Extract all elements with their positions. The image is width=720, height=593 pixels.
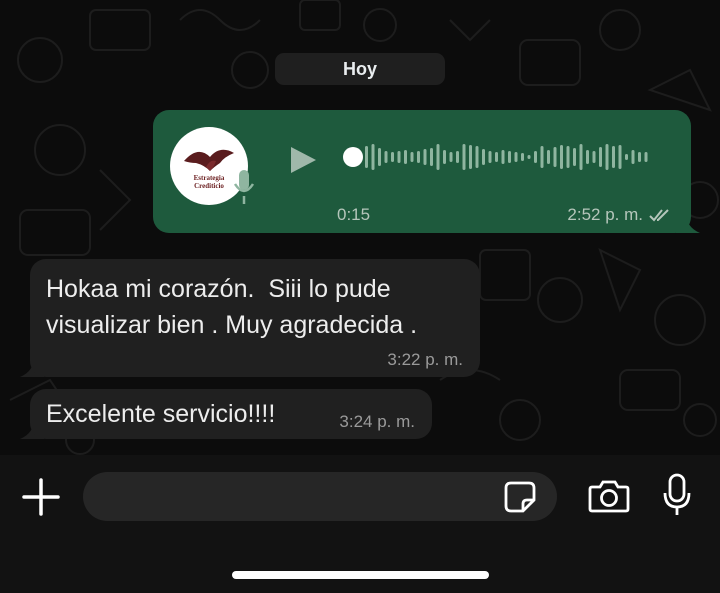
message-timestamp: 2:52 p. m. [567,205,643,224]
message-text: Hokaa mi corazón. Siii lo pude visualiza… [46,271,417,343]
waveform-bar [560,145,563,169]
plus-icon[interactable] [22,478,60,516]
voice-note-mic-icon [233,170,255,204]
waveform-bar [644,152,648,162]
waveform-bar [586,150,589,164]
waveform-bar [488,151,492,163]
waveform-bar [417,151,420,163]
waveform-bar [378,148,381,166]
waveform-bar [456,151,459,163]
waveform-bar [527,155,531,159]
waveform-bar [540,146,544,168]
waveform-bar [612,146,615,168]
waveform-bar [423,149,427,165]
waveform-bar [410,152,414,162]
waveform-bar [573,148,576,166]
waveform-bar [501,150,505,164]
waveform-bar [514,152,518,162]
incoming-message[interactable]: Excelente servicio!!!! 3:24 p. m. [30,389,432,439]
waveform-bar [462,144,466,170]
play-icon[interactable] [288,145,318,175]
waveform-bar [521,153,524,161]
waveform-bar [579,144,583,170]
waveform-bar [469,145,472,169]
waveform-bar [430,148,433,166]
message-input[interactable] [83,472,557,521]
waveform-bar [599,147,602,167]
waveform-bar [592,151,596,163]
waveform-bar [566,146,570,168]
message-line-1: Hokaa mi corazón. Siii lo pude [46,275,391,303]
waveform-bar [618,145,622,169]
waveform-bar [371,144,375,170]
home-indicator [232,571,489,579]
waveform-bar [495,152,498,162]
waveform-bar [482,149,485,165]
camera-icon[interactable] [588,478,630,514]
waveform-bar [534,151,537,163]
waveform-bar [443,150,446,164]
waveform-bar [605,144,609,170]
message-text: Excelente servicio!!!! [46,400,276,428]
waveform-bar [631,150,635,164]
incoming-message[interactable]: Hokaa mi corazón. Siii lo pude visualiza… [30,259,480,377]
message-line-2: visualizar bien . Muy agradecida . [46,311,418,339]
message-timestamp: 3:24 p. m. [339,412,415,431]
waveform-bar [449,152,453,162]
message-timestamp: 3:22 p. m. [387,350,463,369]
waveform-bar [547,150,550,164]
waveform-bar [384,151,388,163]
waveform-bar [365,146,368,168]
waveform-bar [625,154,628,160]
waveform-bar [391,152,394,162]
date-separator: Hoy [275,53,445,85]
waveform-bar [508,151,511,163]
waveform-bar [404,150,407,164]
bubble-tail [676,213,700,233]
sticker-icon[interactable] [503,480,537,514]
audio-waveform[interactable] [365,140,665,174]
waveform-bar [397,151,401,163]
microphone-icon[interactable] [662,473,692,517]
voice-message-bubble[interactable]: Estrategia Crediticio 0:15 2:52 p. m. [153,110,691,233]
voice-duration: 0:15 [337,205,371,224]
waveform-bar [553,147,557,167]
playback-scrubber[interactable] [343,147,363,167]
waveform-bar [638,152,641,162]
read-receipt-icon [649,209,669,222]
waveform-bar [436,144,440,170]
waveform-bar [475,146,479,168]
